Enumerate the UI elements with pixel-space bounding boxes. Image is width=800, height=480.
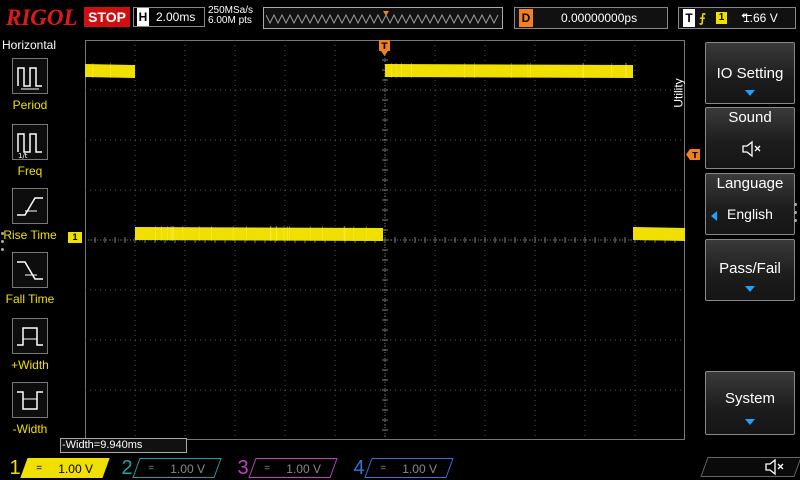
delay-value: 0.00000000ps <box>561 8 637 28</box>
channel4-scale: 1.00 V <box>402 459 437 479</box>
trigger-position-marker[interactable]: T <box>379 40 390 56</box>
pass-fail-label: Pass/Fail <box>706 260 794 277</box>
dc-coupling-icon: = <box>148 459 154 479</box>
menu-page-dots <box>794 203 798 227</box>
delay-label: D <box>519 9 533 27</box>
memory-overview[interactable] <box>263 7 503 29</box>
measure-freq[interactable]: 1/t Freq <box>0 124 60 186</box>
language-value: English <box>706 206 794 222</box>
rising-edge-icon: ⨍ <box>699 8 706 28</box>
measure-neg-width-label: -Width <box>0 422 60 436</box>
system-button[interactable]: System <box>705 371 795 435</box>
io-setting-label: IO Setting <box>706 65 794 82</box>
fall-time-icon <box>12 252 48 288</box>
measure-neg-width[interactable]: -Width <box>0 382 60 444</box>
run-stop-indicator[interactable]: STOP <box>84 7 130 27</box>
channel2-scale: 1.00 V <box>170 459 205 479</box>
dc-coupling-icon: = <box>264 459 270 479</box>
channel3-settings: = 1.00 V <box>248 458 337 478</box>
sound-label: Sound <box>706 109 794 126</box>
channel2-settings: = 1.00 V <box>132 458 221 478</box>
channel4-settings: = 1.00 V <box>364 458 453 478</box>
timebase-display[interactable]: H 2.00ms <box>133 7 205 27</box>
memory-overview-waveform <box>266 11 500 27</box>
dc-coupling-icon: = <box>380 459 386 479</box>
usb-icon: ⭠ <box>741 6 752 23</box>
chevron-down-icon <box>745 419 755 425</box>
trigger-source: 1 <box>716 12 727 24</box>
channel1-settings: = 1.00 V <box>20 458 109 478</box>
measure-pos-width[interactable]: +Width <box>0 318 60 380</box>
timebase-label: H <box>137 8 149 26</box>
speaker-mute-icon <box>741 140 763 158</box>
io-setting-button[interactable]: IO Setting <box>705 42 795 104</box>
channel1-offset-marker[interactable]: 1 <box>68 232 82 243</box>
measure-rise-time[interactable]: Rise Time <box>0 188 60 250</box>
utility-menu-title: Utility <box>672 78 686 107</box>
measure-fall-time[interactable]: Fall Time <box>0 252 60 314</box>
measure-freq-label: Freq <box>0 164 60 178</box>
menu-page-dots <box>1 232 5 256</box>
channel-bar: 1 = 1.00 V 2 = 1.00 V 3 = 1.00 V 4 = 1.0… <box>0 454 800 480</box>
channel3-scale: 1.00 V <box>286 459 321 479</box>
dc-coupling-icon: = <box>36 459 42 479</box>
trigger-label: T <box>683 9 695 27</box>
measure-menu: Horizontal Period 1/t Freq Rise Time Fal… <box>0 36 60 440</box>
speaker-mute-icon[interactable] <box>764 458 786 476</box>
neg-width-icon <box>12 382 48 418</box>
svg-text:T: T <box>692 151 698 160</box>
chevron-down-icon <box>745 286 755 292</box>
measure-period-label: Period <box>0 98 60 112</box>
pos-width-icon <box>12 318 48 354</box>
acquisition-info: 250MSa/s 6.00M pts <box>208 6 253 26</box>
rise-time-icon <box>12 188 48 224</box>
measure-pos-width-label: +Width <box>0 358 60 372</box>
svg-text:T: T <box>381 42 388 52</box>
utility-menu-tab[interactable]: Utility <box>686 56 704 136</box>
pass-fail-button[interactable]: Pass/Fail <box>705 239 795 301</box>
status-bar: RIGOL STOP H 2.00ms 250MSa/s 6.00M pts D… <box>0 0 800 36</box>
language-label: Language <box>706 175 794 192</box>
freq-icon: 1/t <box>12 124 48 160</box>
brand-logo: RIGOL <box>6 5 78 31</box>
measure-rise-time-label: Rise Time <box>0 228 60 242</box>
memory-depth: 6.00M pts <box>208 16 253 26</box>
trigger-display[interactable]: T ⨍ 1 1.66 V <box>678 7 796 29</box>
channel1-scale: 1.00 V <box>58 459 93 479</box>
system-label: System <box>706 390 794 407</box>
trigger-level-marker[interactable]: T <box>686 149 700 160</box>
measure-period[interactable]: Period <box>0 58 60 120</box>
delay-display[interactable]: D 0.00000000ps <box>514 7 668 29</box>
chevron-down-icon <box>745 90 755 96</box>
sound-button[interactable]: Sound <box>705 107 795 169</box>
language-button[interactable]: Language English <box>705 173 795 235</box>
measure-menu-title: Horizontal <box>2 38 56 52</box>
svg-text:1/t: 1/t <box>18 152 28 159</box>
measurement-readout: -Width=9.940ms <box>60 438 187 453</box>
measure-fall-time-label: Fall Time <box>0 292 60 306</box>
period-icon <box>12 58 48 94</box>
waveform-display[interactable] <box>85 40 685 440</box>
timebase-value: 2.00ms <box>156 8 195 26</box>
